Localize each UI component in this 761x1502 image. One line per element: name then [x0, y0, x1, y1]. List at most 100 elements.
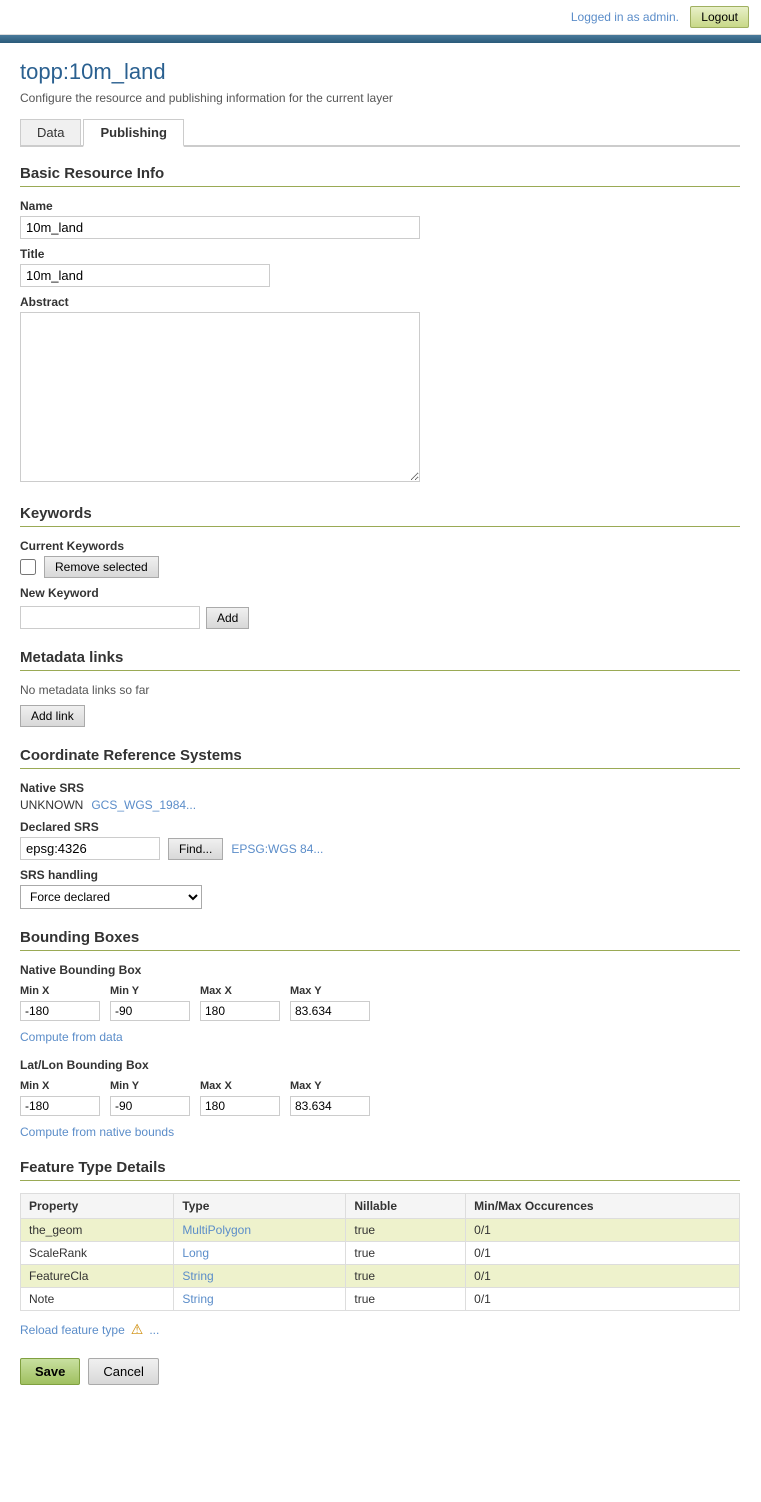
name-input[interactable]	[20, 216, 420, 239]
page-title: topp:10m_land	[20, 59, 740, 85]
col-min-y: Min Y	[110, 983, 200, 999]
declared-srs-row: Find... EPSG:WGS 84...	[20, 837, 740, 860]
ft-nillable-0: true	[346, 1219, 466, 1242]
latlon-max-y-input[interactable]	[290, 1096, 370, 1116]
latlon-col-max-x: Max X	[200, 1078, 290, 1094]
latlon-col-max-y: Max Y	[290, 1078, 380, 1094]
ft-minmax-0: 0/1	[466, 1219, 740, 1242]
latlon-col-min-y: Min Y	[110, 1078, 200, 1094]
tab-data[interactable]: Data	[20, 119, 81, 145]
section-metadata-links: Metadata links	[20, 649, 740, 671]
ft-nillable-2: true	[346, 1265, 466, 1288]
section-keywords: Keywords	[20, 505, 740, 527]
save-button[interactable]: Save	[20, 1358, 80, 1385]
ft-col-property: Property	[21, 1194, 174, 1219]
latlon-min-y-input[interactable]	[110, 1096, 190, 1116]
tabs: Data Publishing	[20, 119, 740, 147]
ft-type-1: Long	[174, 1242, 346, 1265]
header-stripe	[0, 35, 761, 43]
table-row: Note String true 0/1	[21, 1288, 740, 1311]
name-label: Name	[20, 199, 740, 213]
ft-nillable-3: true	[346, 1288, 466, 1311]
reload-ellipsis-link[interactable]: ...	[149, 1323, 159, 1337]
ft-minmax-3: 0/1	[466, 1288, 740, 1311]
native-srs-link[interactable]: GCS_WGS_1984...	[91, 798, 196, 812]
ft-col-nillable: Nillable	[346, 1194, 466, 1219]
ft-minmax-2: 0/1	[466, 1265, 740, 1288]
add-link-button[interactable]: Add link	[20, 705, 85, 727]
page-subtitle: Configure the resource and publishing in…	[20, 91, 740, 105]
ft-col-type: Type	[174, 1194, 346, 1219]
reload-row: Reload feature type ⚠ ...	[20, 1321, 740, 1338]
abstract-input[interactable]	[20, 312, 420, 482]
native-bbox-table: Min X Min Y Max X Max Y	[20, 983, 380, 1023]
ft-type-3: String	[174, 1288, 346, 1311]
new-keyword-input[interactable]	[20, 606, 200, 629]
feature-type-table: Property Type Nillable Min/Max Occurence…	[20, 1193, 740, 1311]
section-feature-type: Feature Type Details	[20, 1159, 740, 1181]
ft-property-0: the_geom	[21, 1219, 174, 1242]
cancel-button[interactable]: Cancel	[88, 1358, 158, 1385]
action-row: Save Cancel	[20, 1358, 740, 1385]
ft-col-minmax: Min/Max Occurences	[466, 1194, 740, 1219]
abstract-field-group: Abstract	[20, 295, 740, 485]
latlon-min-x-input[interactable]	[20, 1096, 100, 1116]
main-content: topp:10m_land Configure the resource and…	[0, 43, 760, 1401]
section-crs: Coordinate Reference Systems	[20, 747, 740, 769]
native-srs-label: Native SRS	[20, 781, 740, 795]
ft-property-3: Note	[21, 1288, 174, 1311]
no-links-text: No metadata links so far	[20, 683, 740, 697]
section-basic-resource-info: Basic Resource Info	[20, 165, 740, 187]
latlon-max-x-input[interactable]	[200, 1096, 280, 1116]
declared-srs-input[interactable]	[20, 837, 160, 860]
title-label: Title	[20, 247, 740, 261]
section-bounding-boxes: Bounding Boxes	[20, 929, 740, 951]
find-srs-button[interactable]: Find...	[168, 838, 223, 860]
reload-feature-type-link[interactable]: Reload feature type	[20, 1323, 125, 1337]
col-max-y: Max Y	[290, 983, 380, 999]
remove-selected-button[interactable]: Remove selected	[44, 556, 159, 578]
warning-icon: ⚠	[131, 1321, 144, 1338]
table-row: ScaleRank Long true 0/1	[21, 1242, 740, 1265]
add-keyword-button[interactable]: Add	[206, 607, 249, 629]
srs-handling-label: SRS handling	[20, 868, 740, 882]
latlon-bbox-label: Lat/Lon Bounding Box	[20, 1058, 740, 1072]
title-input[interactable]	[20, 264, 270, 287]
new-keyword-label: New Keyword	[20, 586, 740, 600]
native-bbox-label: Native Bounding Box	[20, 963, 740, 977]
native-srs-row: UNKNOWN GCS_WGS_1984...	[20, 798, 740, 812]
new-keyword-group: New Keyword Add	[20, 586, 740, 629]
logged-in-text: Logged in as admin.	[571, 10, 679, 24]
logout-button[interactable]: Logout	[690, 6, 749, 28]
compute-from-native-link[interactable]: Compute from native bounds	[20, 1125, 174, 1139]
declared-srs-link[interactable]: EPSG:WGS 84...	[231, 842, 323, 856]
native-min-x-input[interactable]	[20, 1001, 100, 1021]
keyword-checkbox[interactable]	[20, 559, 36, 575]
srs-handling-select[interactable]: Force declared Keep native Reproject nat…	[20, 885, 202, 909]
ft-nillable-1: true	[346, 1242, 466, 1265]
declared-srs-label: Declared SRS	[20, 820, 740, 834]
latlon-bbox-table: Min X Min Y Max X Max Y	[20, 1078, 380, 1118]
native-srs-value: UNKNOWN	[20, 798, 83, 812]
srs-handling-row: Force declared Keep native Reproject nat…	[20, 885, 740, 909]
compute-from-data-link[interactable]: Compute from data	[20, 1030, 123, 1044]
col-min-x: Min X	[20, 983, 110, 999]
title-field-group: Title	[20, 247, 740, 287]
latlon-col-min-x: Min X	[20, 1078, 110, 1094]
table-row: FeatureCla String true 0/1	[21, 1265, 740, 1288]
current-keywords-label: Current Keywords	[20, 539, 740, 553]
keyword-list: Remove selected	[20, 556, 740, 578]
table-row: the_geom MultiPolygon true 0/1	[21, 1219, 740, 1242]
top-bar: Logged in as admin. Logout	[0, 0, 761, 35]
col-max-x: Max X	[200, 983, 290, 999]
abstract-label: Abstract	[20, 295, 740, 309]
native-max-y-input[interactable]	[290, 1001, 370, 1021]
name-field-group: Name	[20, 199, 740, 239]
native-max-x-input[interactable]	[200, 1001, 280, 1021]
ft-type-2: String	[174, 1265, 346, 1288]
new-keyword-row: Add	[20, 606, 740, 629]
tab-publishing[interactable]: Publishing	[83, 119, 183, 147]
native-min-y-input[interactable]	[110, 1001, 190, 1021]
ft-minmax-1: 0/1	[466, 1242, 740, 1265]
ft-property-2: FeatureCla	[21, 1265, 174, 1288]
